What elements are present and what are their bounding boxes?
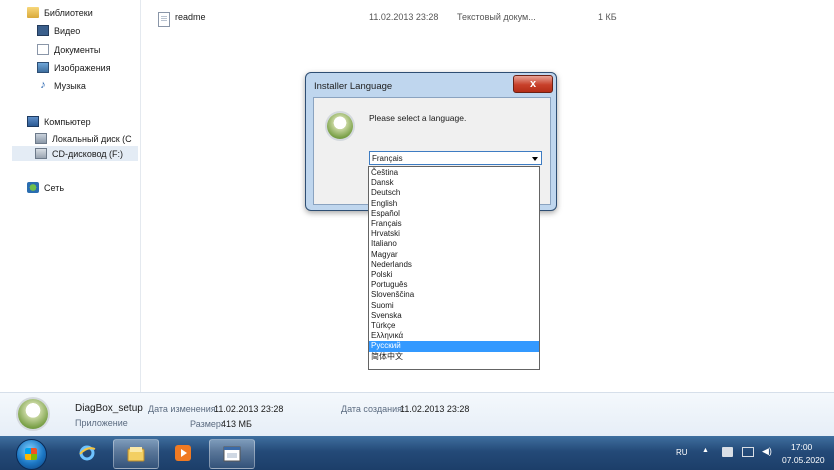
language-option[interactable]: Deutsch <box>369 188 539 198</box>
language-select[interactable]: Français <box>369 151 542 165</box>
network-status-icon[interactable] <box>742 447 754 457</box>
navigation-pane: Библиотеки Видео Документы Изображения ♪… <box>0 0 141 392</box>
taskbar-installer-button[interactable] <box>209 439 255 469</box>
computer-icon <box>27 116 39 127</box>
show-hidden-icons-icon[interactable]: ▲ <box>702 447 709 454</box>
sidebar-item-label: Документы <box>54 44 101 55</box>
language-option[interactable]: Español <box>369 209 539 219</box>
close-button[interactable]: x <box>513 75 553 93</box>
sidebar-item-label: Компьютер <box>44 116 91 127</box>
file-name: readme <box>175 12 206 22</box>
details-modified-value: 11.02.2013 23:28 <box>214 404 284 414</box>
dialog-title: Installer Language <box>314 81 393 92</box>
music-icon: ♪ <box>40 79 46 91</box>
details-size-value: 413 МБ <box>221 419 252 429</box>
installer-window-icon <box>223 446 241 462</box>
sidebar-item-libraries[interactable]: Библиотеки <box>27 5 93 20</box>
sidebar-item-music[interactable]: ♪ Музыка <box>37 78 86 93</box>
sidebar-item-label: Библиотеки <box>44 7 93 18</box>
dialog-prompt: Please select a language. <box>369 113 467 123</box>
taskbar-explorer-button[interactable] <box>113 439 159 469</box>
diagbox-app-icon <box>18 399 48 429</box>
sidebar-item-label: CD-дисковод (F:) <box>52 148 124 159</box>
details-pane: DiagBox_setup Приложение Дата изменения:… <box>0 392 834 437</box>
sidebar-item-label: Изображения <box>54 62 111 73</box>
details-created-label: Дата создания: <box>341 404 405 414</box>
details-size-label: Размер: <box>190 419 224 429</box>
details-modified-label: Дата изменения: <box>148 404 219 414</box>
sidebar-item-cd-drive[interactable]: CD-дисковод (F:) <box>12 146 138 161</box>
file-date: 11.02.2013 23:28 <box>369 12 439 22</box>
network-icon <box>27 182 39 193</box>
video-icon <box>37 25 49 36</box>
language-option[interactable]: 简体中文 <box>369 352 539 362</box>
sidebar-item-network[interactable]: Сеть <box>27 180 64 195</box>
language-option[interactable]: Polski <box>369 270 539 280</box>
pictures-icon <box>37 62 49 73</box>
close-icon: x <box>529 78 537 90</box>
explorer-folder-icon <box>127 447 145 462</box>
details-file-kind: Приложение <box>75 418 128 428</box>
cd-drive-icon <box>35 148 47 159</box>
sidebar-item-label: Сеть <box>44 182 65 193</box>
language-option[interactable]: Suomi <box>369 301 539 311</box>
language-option[interactable]: Türkçe <box>369 321 539 331</box>
language-select-value: Français <box>372 154 403 163</box>
language-option[interactable]: Português <box>369 280 539 290</box>
libraries-icon <box>27 7 39 18</box>
sidebar-item-label: Локальный диск (C <box>52 133 132 144</box>
sidebar-item-documents[interactable]: Документы <box>37 42 100 57</box>
action-center-flag-icon[interactable] <box>722 447 733 457</box>
file-size: 1 КБ <box>598 12 617 22</box>
chevron-down-icon[interactable] <box>532 157 538 161</box>
internet-explorer-icon <box>79 445 96 461</box>
taskbar-ie-button[interactable] <box>65 439 109 467</box>
installer-icon <box>327 113 353 139</box>
taskbar: RU ▲ ◀) 17:00 07.05.2020 <box>0 436 834 470</box>
sidebar-item-local-disk[interactable]: Локальный диск (C <box>35 131 132 146</box>
language-option[interactable]: Čeština <box>369 168 539 178</box>
taskbar-media-button[interactable] <box>161 439 205 467</box>
file-type: Текстовый докум... <box>457 12 536 22</box>
sidebar-item-pictures[interactable]: Изображения <box>37 60 111 75</box>
sidebar-item-label: Видео <box>54 25 81 36</box>
details-file-name: DiagBox_setup <box>75 403 143 414</box>
language-option[interactable]: Hrvatski <box>369 229 539 239</box>
start-button[interactable] <box>16 439 47 470</box>
sidebar-item-video[interactable]: Видео <box>37 23 80 38</box>
local-disk-icon <box>35 133 47 144</box>
language-option[interactable]: Nederlands <box>369 260 539 270</box>
volume-icon[interactable]: ◀) <box>762 446 772 457</box>
language-option[interactable]: Dansk <box>369 178 539 188</box>
sidebar-item-computer[interactable]: Компьютер <box>27 114 91 129</box>
language-option[interactable]: Magyar <box>369 250 539 260</box>
language-option[interactable]: Ελληνικά <box>369 331 539 341</box>
language-dropdown-list: Čeština Dansk Deutsch English Español Fr… <box>368 166 540 370</box>
keyboard-language[interactable]: RU <box>676 448 688 457</box>
language-option[interactable]: English <box>369 199 539 209</box>
details-created-value: 11.02.2013 23:28 <box>400 404 470 414</box>
language-option[interactable]: Français <box>369 219 539 229</box>
language-option-highlighted[interactable]: Русский <box>369 341 539 352</box>
language-option[interactable]: Slovenščina <box>369 290 539 300</box>
clock-time[interactable]: 17:00 <box>791 442 812 452</box>
language-option[interactable]: Svenska <box>369 311 539 321</box>
language-option[interactable]: Italiano <box>369 239 539 249</box>
clock-date[interactable]: 07.05.2020 <box>782 455 825 465</box>
documents-icon <box>37 44 49 55</box>
file-row-readme[interactable]: readme 11.02.2013 23:28 Текстовый докум.… <box>141 10 834 27</box>
media-player-icon <box>175 445 191 461</box>
sidebar-item-label: Музыка <box>54 80 86 91</box>
text-file-icon <box>158 12 170 27</box>
